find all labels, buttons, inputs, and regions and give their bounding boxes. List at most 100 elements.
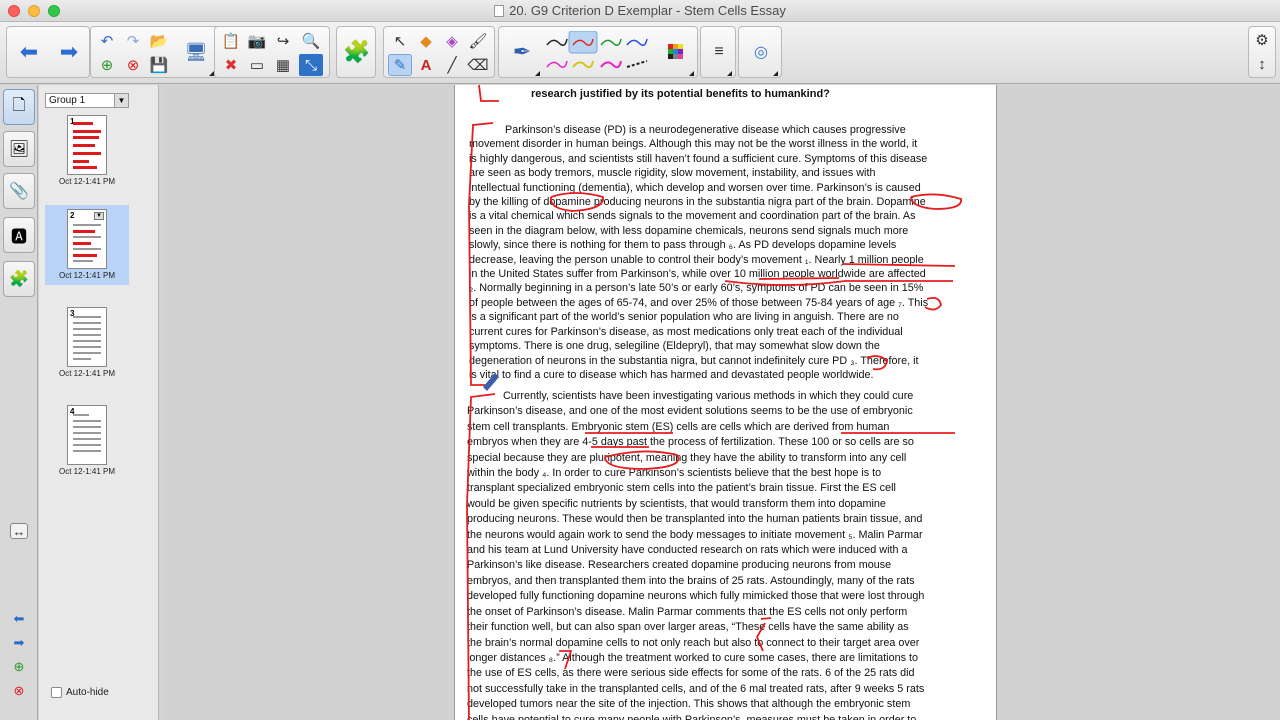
side-tabs: 🗋 🖼 📎 🅰 🧩 ↔ ⬅ ➡ ⊕ ⊗	[0, 85, 38, 720]
text-line: and his team at Lund University have con…	[467, 544, 908, 557]
page-thumbnail-selected[interactable]: 2 ▼ Oct 12-1:41 PM	[45, 205, 129, 285]
text-line: seen in the diagram below, with less dop…	[469, 224, 909, 237]
creative-pen-icon[interactable]: ✎	[388, 54, 412, 76]
text-line: their function well, but can also span o…	[467, 621, 909, 634]
sidebar-delete-page-icon[interactable]: ⊗	[10, 683, 28, 699]
line-width-group: ≡	[700, 26, 736, 78]
fill-icon[interactable]: 🖌	[466, 30, 490, 52]
page-thumbnail[interactable]: 3 Oct 12-1:41 PM	[45, 303, 129, 383]
auto-hide-toggle[interactable]: Auto-hide	[51, 687, 109, 698]
add-page-icon[interactable]: ⊕	[95, 54, 119, 76]
page-thumbnail[interactable]: 1 Oct 12-1:41 PM	[45, 111, 129, 191]
text-line: of people between the ages of 65-74, and…	[469, 296, 929, 309]
text-icon[interactable]: A	[414, 54, 438, 76]
document-icon	[494, 4, 505, 17]
next-page-icon[interactable]: ➡	[52, 30, 86, 74]
text-line: transplant specialized embryonic stem ce…	[467, 482, 896, 495]
magnifier-icon[interactable]: 🔍	[299, 30, 323, 52]
group-select[interactable]: Group 1 ▼	[45, 93, 129, 108]
fullscreen-icon[interactable]: ⤡	[299, 54, 323, 76]
previous-page-icon[interactable]: ⬅	[12, 30, 46, 74]
text-line: Currently, scientists have been investig…	[467, 390, 914, 402]
redo-icon[interactable]: ↷	[121, 30, 145, 52]
clear-icon[interactable]: ✖	[219, 54, 243, 76]
undo-icon[interactable]: ↶	[95, 30, 119, 52]
close-window-button[interactable]	[8, 5, 20, 17]
text-line: the onset of Parkinson’s disease. Malin …	[467, 605, 908, 618]
page-sorter-tab-icon[interactable]: 🗋	[3, 89, 35, 125]
line-icon[interactable]: ╱	[440, 54, 464, 76]
window-title-text: 20. G9 Criterion D Exemplar - Stem Cells…	[509, 3, 786, 18]
clipboard-group: 📋 📷 ↪ 🔍 ✖ ▭ ▦ ⤡	[214, 26, 330, 78]
open-file-icon[interactable]: 📂	[147, 30, 171, 52]
delete-page-icon[interactable]: ⊗	[121, 54, 145, 76]
text-line: longer distances ₈.” Although the treatm…	[467, 651, 918, 664]
palette-submenu-indicator-icon	[689, 71, 694, 76]
sidebar-add-page-icon[interactable]: ⊕	[10, 659, 28, 675]
gallery-tab-icon[interactable]: 🖼	[3, 131, 35, 167]
text-line: the brain’s normal dopamine cells to not…	[467, 636, 920, 649]
screen-icon[interactable]: ▭	[245, 54, 269, 76]
text-line: Parkinson’s disease (PD) is a neurodegen…	[469, 124, 906, 136]
shapes-icon[interactable]: ◆	[414, 30, 438, 52]
color-palette-icon[interactable]	[659, 30, 693, 74]
select-icon[interactable]: ↖	[388, 30, 412, 52]
screen-shade-icon[interactable]: 🖥	[179, 30, 213, 74]
transparency-submenu-indicator-icon	[773, 71, 778, 76]
page-date: Oct 12-1:41 PM	[58, 271, 116, 280]
page-date: Oct 12-1:41 PM	[58, 467, 116, 476]
whiteboard-canvas[interactable]: research justified by its potential bene…	[162, 85, 1280, 720]
page-thumbnail-image: 1	[67, 115, 107, 175]
text-line: the use of ES cells, as there were serio…	[467, 667, 915, 680]
pen-style-swatches[interactable]	[543, 31, 653, 75]
page-thumbnail-image: 3	[67, 307, 107, 367]
maximize-window-button[interactable]	[48, 5, 60, 17]
text-line: would be given specific nutrients by sci…	[467, 497, 886, 510]
text-line: movement disorder in human beings. Altho…	[469, 138, 918, 151]
paste-icon[interactable]: 📋	[219, 30, 243, 52]
title-bar: 20. G9 Criterion D Exemplar - Stem Cells…	[0, 0, 1280, 22]
move-sidebar-icon[interactable]: ↔	[10, 523, 28, 539]
document-camera-icon[interactable]: ↪	[271, 30, 295, 52]
line-width-icon[interactable]: ≡	[702, 30, 736, 74]
save-icon[interactable]: 💾	[147, 54, 171, 76]
sidebar-previous-page-icon[interactable]: ⬅	[10, 611, 28, 627]
pen-icon[interactable]: ✒	[505, 30, 539, 74]
text-line: decrease, leaving the person unable to c…	[469, 253, 924, 266]
transparency-icon[interactable]: ◎	[744, 30, 778, 74]
page-menu-chevron-icon[interactable]: ▼	[94, 212, 104, 220]
text-line: Parkinson’s like disease. Researchers cr…	[467, 559, 892, 572]
eraser-tool-icon[interactable]: ⌫	[466, 54, 490, 76]
attachments-tab-icon[interactable]: 📎	[3, 173, 35, 209]
move-toolbar-icon[interactable]: ↕	[1250, 53, 1274, 75]
essay-question: research justified by its potential bene…	[531, 88, 830, 100]
minimize-window-button[interactable]	[28, 5, 40, 17]
tools-group: ↖ ◆ ◈ 🖌 ✎ A ╱ ⌫	[383, 26, 495, 78]
toolbar-options-group: ⚙ ↕	[1248, 26, 1276, 78]
text-line: is highly dangerous, and scientists stil…	[469, 152, 928, 165]
capture-icon[interactable]: 📷	[245, 30, 269, 52]
text-line: ₂. Normally beginning in a person’s late…	[469, 282, 924, 295]
auto-hide-checkbox[interactable]	[51, 687, 62, 698]
text-line: cells have potential to cure many people…	[467, 713, 917, 720]
text-line: not successfully take in the transplante…	[467, 682, 925, 695]
text-line: are seen as body tremors, muscle rigidit…	[469, 167, 876, 180]
properties-tab-icon[interactable]: 🅰	[3, 217, 35, 253]
paragraph-1: Parkinson’s disease (PD) is a neurodegen…	[469, 123, 928, 382]
text-line: within the body ₄. In order to cure Park…	[467, 467, 882, 480]
edit-group: ↶ ↷ 📂 ⊕ ⊗ 💾 🖥	[90, 26, 220, 78]
width-submenu-indicator-icon	[727, 71, 732, 76]
ink-stroke	[478, 85, 499, 102]
sidebar-next-page-icon[interactable]: ➡	[10, 635, 28, 651]
page-date: Oct 12-1:41 PM	[58, 369, 116, 378]
document-page[interactable]: research justified by its potential bene…	[454, 85, 997, 720]
table-icon[interactable]: ▦	[271, 54, 295, 76]
eraser-icon[interactable]: ◈	[440, 30, 464, 52]
add-ons-icon[interactable]: 🧩	[340, 30, 374, 74]
text-line: Parkinson’s disease, and one of the most…	[467, 405, 913, 418]
paragraph-2: Currently, scientists have been investig…	[467, 389, 924, 720]
add-ons-tab-icon[interactable]: 🧩	[3, 261, 35, 297]
gear-icon[interactable]: ⚙	[1250, 29, 1274, 51]
text-line: special because they are pluripotent, me…	[467, 451, 907, 464]
page-thumbnail[interactable]: 4 Oct 12-1:41 PM	[45, 401, 129, 481]
